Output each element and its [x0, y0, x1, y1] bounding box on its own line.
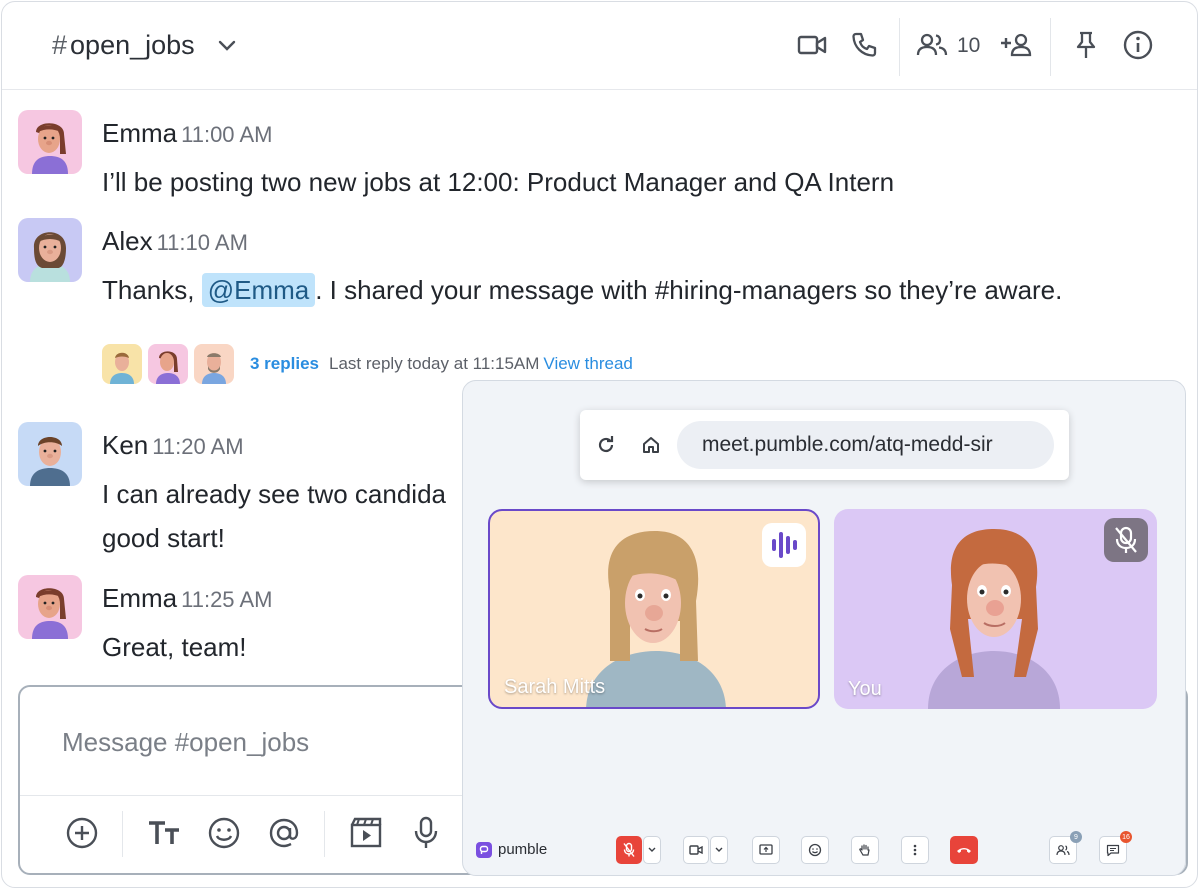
camera-options-button[interactable] — [710, 836, 728, 864]
participants-button[interactable]: 9 — [1049, 831, 1082, 864]
avatar[interactable] — [18, 422, 82, 486]
app-window: # open_jobs 10 Emma 11:00 AM I’ll be pos… — [1, 1, 1198, 888]
browser-bar: meet.pumble.com/atq-medd-sir — [580, 410, 1069, 480]
video-clip-icon[interactable] — [346, 813, 386, 853]
message-text: I’ll be posting two new jobs at 12:00: P… — [102, 167, 895, 197]
message-input[interactable]: Message #open_jobs — [62, 727, 309, 758]
thread-avatar — [148, 344, 188, 384]
message-text: Thanks, @Emma. I shared your message wit… — [102, 268, 1062, 312]
message-text: Great, team! — [102, 632, 247, 662]
message-header: Alex 11:10 AM — [102, 226, 248, 257]
replies-count[interactable]: 3 replies — [250, 354, 319, 374]
chat-badge: 16 — [1120, 831, 1132, 843]
view-thread-link[interactable]: View thread — [543, 354, 632, 374]
share-screen-button[interactable] — [752, 836, 780, 864]
meeting-controls: pumble 9 16 — [463, 831, 1185, 871]
thread-avatar — [194, 344, 234, 384]
pin-icon[interactable] — [1069, 28, 1103, 62]
channel-header: # open_jobs 10 — [2, 2, 1197, 90]
raise-hand-button[interactable] — [851, 836, 879, 864]
hash-icon: # — [52, 30, 68, 60]
channel-title[interactable]: # open_jobs — [52, 30, 237, 61]
mic-muted-icon — [1104, 518, 1148, 562]
author-name[interactable]: Emma — [102, 118, 177, 148]
mention-icon[interactable] — [264, 813, 304, 853]
pumble-logo-icon — [476, 841, 492, 858]
message-text-line: good start! — [102, 523, 225, 553]
add-member-icon[interactable] — [997, 28, 1037, 62]
emoji-icon[interactable] — [204, 813, 244, 853]
author-name[interactable]: Ken — [102, 430, 148, 460]
last-reply-text: Last reply today at 11:15AM — [329, 354, 540, 373]
timestamp: 11:00 AM — [181, 122, 273, 147]
reactions-button[interactable] — [801, 836, 829, 864]
brand-name: pumble — [498, 841, 548, 858]
author-name[interactable]: Emma — [102, 583, 177, 613]
avatar[interactable] — [18, 110, 82, 174]
text-format-icon[interactable] — [144, 813, 184, 853]
phone-call-icon[interactable] — [847, 28, 881, 62]
author-name[interactable]: Alex — [102, 226, 153, 256]
speaking-indicator-icon — [762, 523, 806, 567]
info-icon[interactable] — [1121, 28, 1155, 62]
timestamp: 11:25 AM — [181, 587, 273, 612]
meeting-window: meet.pumble.com/atq-medd-sir Sarah Mitts — [462, 380, 1186, 876]
message-header: Emma 11:25 AM — [102, 583, 272, 614]
avatar[interactable] — [18, 218, 82, 282]
hang-up-button[interactable] — [950, 836, 978, 864]
participant-tile[interactable]: Sarah Mitts — [488, 509, 820, 709]
chevron-down-icon[interactable] — [217, 39, 237, 53]
members-icon[interactable] — [915, 28, 949, 62]
avatar[interactable] — [18, 575, 82, 639]
mic-toggle-button[interactable] — [616, 836, 642, 864]
mic-options-button[interactable] — [643, 836, 661, 864]
thread-avatar — [102, 344, 142, 384]
participant-name: Sarah Mitts — [504, 676, 606, 698]
chat-button[interactable]: 16 — [1099, 831, 1132, 864]
message-header: Ken 11:20 AM — [102, 430, 244, 461]
microphone-icon[interactable] — [406, 813, 446, 853]
participant-name: You — [848, 678, 882, 700]
participants-badge: 9 — [1070, 831, 1082, 843]
timestamp: 11:20 AM — [152, 434, 244, 459]
toolbar-divider — [122, 811, 123, 857]
user-mention[interactable]: @Emma — [201, 273, 316, 307]
more-options-button[interactable] — [901, 836, 929, 864]
message-header: Emma 11:00 AM — [102, 118, 272, 149]
toolbar-divider — [324, 811, 325, 857]
thread-summary[interactable]: 3 replies Last reply today at 11:15AM Vi… — [102, 343, 633, 385]
video-call-icon[interactable] — [795, 28, 829, 62]
url-field[interactable]: meet.pumble.com/atq-medd-sir — [677, 421, 1054, 469]
participant-tile[interactable]: You — [834, 509, 1157, 709]
add-attachment-icon[interactable] — [62, 813, 102, 853]
channel-name: open_jobs — [70, 30, 195, 60]
message-text-before: Thanks, — [102, 275, 202, 305]
header-divider — [1050, 18, 1051, 76]
camera-toggle-button[interactable] — [683, 836, 709, 864]
home-icon[interactable] — [638, 432, 664, 458]
member-count[interactable]: 10 — [957, 34, 980, 58]
timestamp: 11:10 AM — [156, 230, 248, 255]
reload-icon[interactable] — [593, 432, 619, 458]
brand-logo: pumble — [476, 841, 547, 858]
message-text: I can already see two candida good start… — [102, 472, 446, 560]
message-text-line: I can already see two candida — [102, 479, 446, 509]
message-text-after: . I shared your message with #hiring-man… — [315, 275, 1063, 305]
header-divider — [899, 18, 900, 76]
